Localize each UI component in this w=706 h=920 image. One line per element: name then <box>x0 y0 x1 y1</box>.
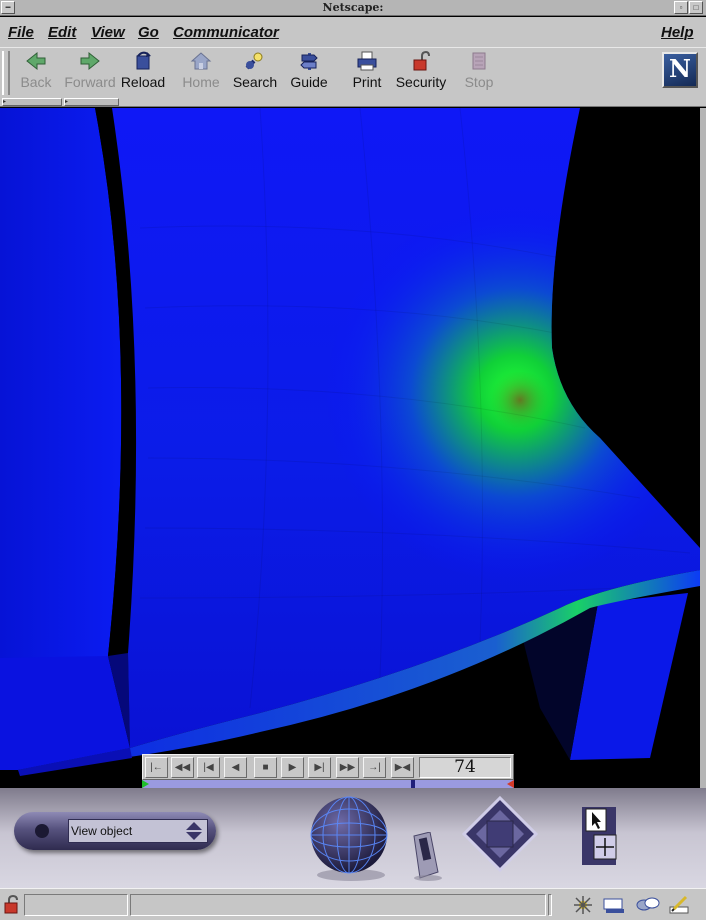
netscape-logo[interactable]: N <box>662 52 698 88</box>
print-label: Print <box>352 74 382 90</box>
discussion-component-icon[interactable] <box>636 895 660 915</box>
search-icon <box>245 52 263 70</box>
zoom-lever-icon[interactable] <box>408 832 444 882</box>
reload-label: Reload <box>120 74 166 90</box>
timeline-markers <box>142 780 514 788</box>
reload-button[interactable]: Reload <box>115 51 171 95</box>
security-lock-status-icon[interactable] <box>3 895 21 915</box>
fast-forward-icon[interactable]: ▶▶ <box>336 757 359 778</box>
go-to-end-icon[interactable]: →| <box>363 757 386 778</box>
guide-button[interactable]: Guide <box>281 51 337 95</box>
forward-button[interactable]: Forward <box>62 51 118 95</box>
security-button[interactable]: Security <box>393 51 449 95</box>
status-divider <box>548 894 552 916</box>
loop-icon[interactable]: ▶◀ <box>391 757 414 778</box>
stop-label: Stop <box>464 74 494 90</box>
guide-signpost-icon <box>300 53 318 70</box>
reload-icon <box>136 51 151 70</box>
print-button[interactable]: Print <box>339 51 395 95</box>
back-arrow-icon <box>26 51 46 71</box>
maximize-button[interactable]: □ <box>689 1 703 14</box>
viewpoint-label: View object <box>71 824 133 838</box>
printer-icon <box>357 51 377 71</box>
padlock-icon <box>413 51 430 71</box>
guide-label: Guide <box>290 74 328 90</box>
menubar: File Edit View Go Communicator Help <box>0 17 706 47</box>
security-label: Security <box>395 74 447 90</box>
home-icon <box>190 52 212 70</box>
rotate-sphere-icon[interactable] <box>305 793 395 883</box>
stop-playback-icon[interactable]: ■ <box>254 757 277 778</box>
menu-file[interactable]: File <box>8 24 34 41</box>
toolbar-tab-strip: ▸ ▸ <box>0 97 706 107</box>
viewpoint-selector[interactable]: View object <box>14 812 216 850</box>
status-message-field <box>130 894 546 916</box>
cosmo-player-dashboard: View object <box>0 788 706 888</box>
forward-label: Forward <box>64 74 116 90</box>
window-title: Netscape: <box>322 1 384 14</box>
progress-field <box>24 894 128 916</box>
navigation-toolbar: Back Forward Reload Home Search Guide Pr… <box>0 47 706 97</box>
home-label: Home <box>182 74 220 90</box>
minimize-button[interactable]: ▫ <box>674 1 688 14</box>
timeline-slider[interactable] <box>142 780 514 788</box>
window-titlebar: ━ Netscape: ▫ □ <box>0 0 706 16</box>
menu-help[interactable]: Help <box>661 24 694 41</box>
vrml-scene-graphic <box>0 108 706 788</box>
vertical-scrollbar[interactable] <box>700 108 706 888</box>
timeline-thumb[interactable] <box>411 780 415 788</box>
search-label: Search <box>232 74 278 90</box>
menu-communicator[interactable]: Communicator <box>173 24 279 41</box>
viewpoint-cycle-button[interactable] <box>35 824 49 838</box>
forward-arrow-icon <box>80 51 100 71</box>
viewpoint-field[interactable]: View object <box>68 819 208 843</box>
animation-controls: |← ◀◀ |◀ ◀ ■ ▶ ▶| ▶▶ →| ▶◀ 74 <box>142 754 514 780</box>
home-button[interactable]: Home <box>173 51 229 95</box>
menu-edit[interactable]: Edit <box>48 24 76 41</box>
composer-component-icon[interactable] <box>668 895 692 915</box>
navigation-mode-tools <box>582 807 617 865</box>
location-toolbar-tab[interactable]: ▸ <box>64 98 119 106</box>
back-label: Back <box>20 74 52 90</box>
vrml-3d-viewport[interactable] <box>0 108 706 788</box>
navigation-toolbar-tab[interactable]: ▸ <box>2 98 62 106</box>
step-back-icon[interactable]: |◀ <box>197 757 220 778</box>
frame-number[interactable]: 74 <box>419 757 511 778</box>
navigator-component-icon[interactable] <box>572 895 594 915</box>
back-button[interactable]: Back <box>8 51 64 95</box>
play-reverse-icon[interactable]: ◀ <box>224 757 247 778</box>
stop-icon <box>472 52 486 70</box>
rewind-icon[interactable]: ◀◀ <box>171 757 194 778</box>
go-to-start-icon[interactable]: |← <box>145 757 168 778</box>
stop-button[interactable]: Stop <box>451 51 507 95</box>
status-bar <box>0 888 706 920</box>
pan-diamond-icon[interactable] <box>460 794 540 874</box>
menu-view[interactable]: View <box>91 24 125 41</box>
step-forward-icon[interactable]: ▶| <box>308 757 331 778</box>
mail-component-icon[interactable] <box>602 895 626 915</box>
search-button[interactable]: Search <box>227 51 283 95</box>
viewpoint-arrows-icon[interactable] <box>183 820 205 842</box>
play-icon[interactable]: ▶ <box>281 757 304 778</box>
menu-go[interactable]: Go <box>138 24 159 41</box>
